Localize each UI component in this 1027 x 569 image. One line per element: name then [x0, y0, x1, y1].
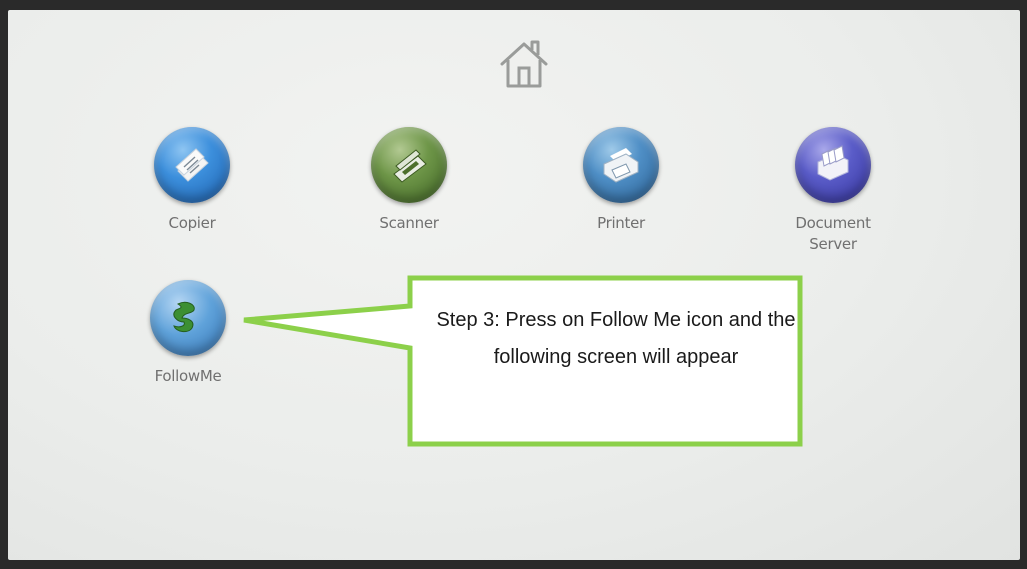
callout-bubble	[243, 275, 803, 447]
callout-text: Step 3: Press on Follow Me icon and the …	[436, 309, 796, 368]
touch-screen: Copier Scanner Printer Document Server F…	[8, 10, 1020, 560]
